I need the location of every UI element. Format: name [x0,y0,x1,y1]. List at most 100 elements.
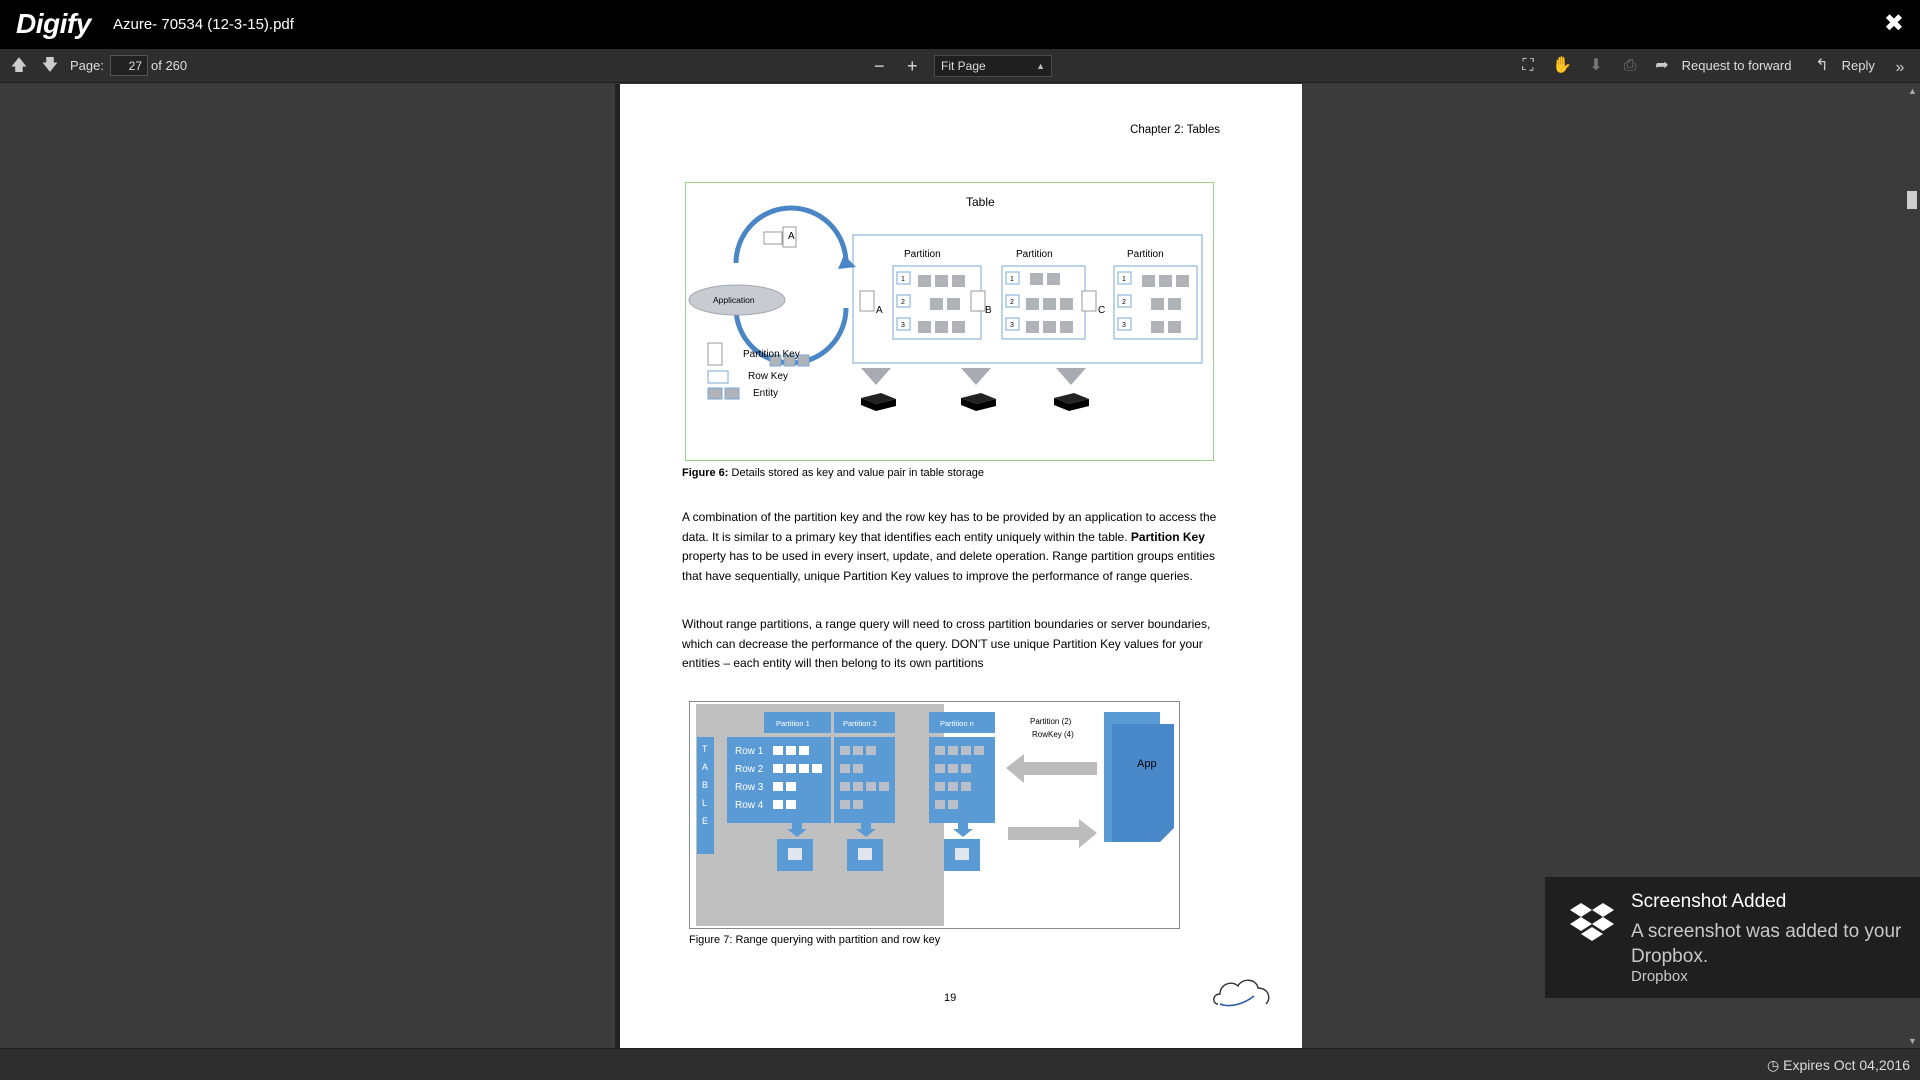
partition-letter: C [1098,305,1105,316]
svg-text:T: T [702,744,708,754]
select-caret-icon: ▲ [1036,61,1045,71]
notification-body: A screenshot was added to your Dropbox. [1631,921,1902,967]
status-bar: ◷ Expires Oct 04,2016 [0,1048,1920,1080]
svg-text:Partition n: Partition n [940,719,974,728]
scroll-thumb[interactable] [1907,191,1917,209]
request-arrow [1006,754,1097,783]
figure-7: T A B L E Partition 1 Partition 2 Partit… [689,701,1180,929]
expiry-notice: ◷ Expires Oct 04,2016 [1767,1057,1910,1074]
svg-text:E: E [702,816,708,826]
figure-6-diagram: Table Partition A Partition B Partition … [688,195,1203,411]
notification-source: Dropbox [1631,968,1688,985]
double-chevron-right-icon: » [1895,59,1905,76]
svg-text:2: 2 [1122,299,1126,306]
pan-tool-button[interactable]: ✋ [1552,49,1572,83]
request-forward-button[interactable]: ➦ Request to forward [1652,49,1791,83]
dropbox-notification[interactable]: Screenshot Added A screenshot was added … [1545,877,1920,998]
partition-label: Partition [904,249,941,260]
svg-text:Row 1: Row 1 [735,746,764,757]
digify-logo: Digify [16,8,91,39]
expiry-text: Expires Oct 04,2016 [1783,1057,1910,1073]
fullscreen-button[interactable]: ⛶ [1518,49,1538,83]
svg-text:Partition 1: Partition 1 [776,719,810,728]
pdf-page: Chapter 2: Tables Table Partition A Part… [620,84,1302,1048]
clock-icon: ◷ [1767,1057,1780,1073]
svg-text:2: 2 [901,299,905,306]
forward-arrow-icon: ➦ [1655,57,1669,74]
partition-letter: B [985,305,992,316]
close-icon[interactable]: ✖ [1884,10,1904,38]
dropbox-icon [1570,903,1614,941]
svg-text:B: B [702,780,708,790]
app-box [1112,724,1174,842]
previous-page-button[interactable]: 🡅 [9,49,29,83]
response-arrow [1008,819,1097,848]
cloud-logo-icon [1213,979,1270,1007]
download-button[interactable]: ⬇ [1586,49,1606,83]
reply-button[interactable]: ↰ Reply [1812,49,1875,83]
paragraph-2: Without range partitions, a range query … [682,617,1211,670]
next-page-button[interactable]: 🡇 [40,49,60,83]
viewer-toolbar: 🡅 🡇 Page: of 260 − + Fit Page ▲ ⛶ ✋ ⬇ ⎙ … [0,49,1920,83]
legend-partition-key: Partition Key [743,349,800,360]
notification-title: Screenshot Added [1631,891,1787,912]
hand-icon: ✋ [1552,57,1572,74]
arrow-down-icon: 🡇 [41,57,59,74]
figure-6-legend: Partition Key Row Key Entity [707,342,800,400]
total-pages: of 260 [151,58,188,73]
reply-arrow-icon: ↰ [1815,57,1829,74]
svg-text:2: 2 [1010,299,1014,306]
svg-text:3: 3 [901,322,905,329]
svg-text:Partition (2): Partition (2) [1030,717,1072,726]
figure-7-diagram: T A B L E Partition 1 Partition 2 Partit… [696,704,1174,926]
arrow-up-icon: 🡅 [10,57,28,74]
zoom-out-button[interactable]: − [874,49,885,83]
zoom-selected-value: Fit Page [941,59,986,73]
storage-nodes [861,368,1089,411]
svg-text:3: 3 [1010,322,1014,329]
document-title: Azure- 70534 (12-3-15).pdf [113,16,294,33]
svg-text:Row 4: Row 4 [735,800,764,811]
svg-text:1: 1 [901,276,905,283]
reply-label: Reply [1841,58,1875,73]
partition-label: Partition [1016,249,1053,260]
legend-entity: Entity [753,388,778,399]
paragraph-1-bold: Partition Key [1130,529,1205,544]
partition-3: Partition C [1098,249,1198,340]
fullscreen-icon: ⛶ [1522,57,1534,74]
partition-headers: Partition 1 Partition 2 Partition n [764,712,995,733]
svg-text:Partition 2: Partition 2 [843,719,877,728]
figure-6-caption-label: Figure 6: [682,467,729,479]
svg-text:RowKey (4): RowKey (4) [1032,730,1074,739]
page-number-input[interactable] [110,55,148,76]
page-label: Page: [70,58,104,73]
svg-text:Row 2: Row 2 [735,764,764,775]
request-forward-label: Request to forward [1681,58,1792,73]
page-number: 19 [944,992,957,1004]
figure-7-caption: Figure 7: Range querying with partition … [689,934,941,946]
legend-row-key: Row Key [748,371,788,382]
print-button[interactable]: ⎙ [1620,49,1640,83]
scroll-down-icon[interactable]: ▼ [1908,1036,1917,1046]
paragraph-1: A combination of the partition key and t… [682,508,1222,586]
zoom-in-button[interactable]: + [907,49,918,83]
svg-text:Row 3: Row 3 [735,782,764,793]
figure-6: Table Partition A Partition B Partition … [685,182,1214,461]
scroll-up-icon[interactable]: ▲ [1908,86,1917,96]
title-bar: Digify Azure- 70534 (12-3-15).pdf ✖ [0,0,1920,49]
arrow-partition-letter: A [788,231,795,242]
figure-6-caption: Figure 6: Details stored as key and valu… [682,467,984,479]
paragraph-1-part2: property has to be used in every insert,… [682,549,1216,583]
chapter-header: Chapter 2: Tables [1130,124,1220,136]
partition-label: Partition [1127,249,1164,260]
print-icon: ⎙ [1623,57,1637,74]
figure-6-title: Table [966,195,995,209]
svg-text:L: L [702,798,707,808]
zoom-select[interactable]: Fit Page ▲ [934,55,1052,77]
figure-6-caption-text: Details stored as key and value pair in … [728,467,985,479]
rows-and-entities: 1 2 3 1 2 3 1 2 3 [896,271,1189,333]
query-label: Partition (2) RowKey (4) [1030,717,1074,739]
download-icon: ⬇ [1589,57,1603,74]
application-label: Application [713,295,755,305]
more-options-button[interactable]: » [1890,49,1910,83]
